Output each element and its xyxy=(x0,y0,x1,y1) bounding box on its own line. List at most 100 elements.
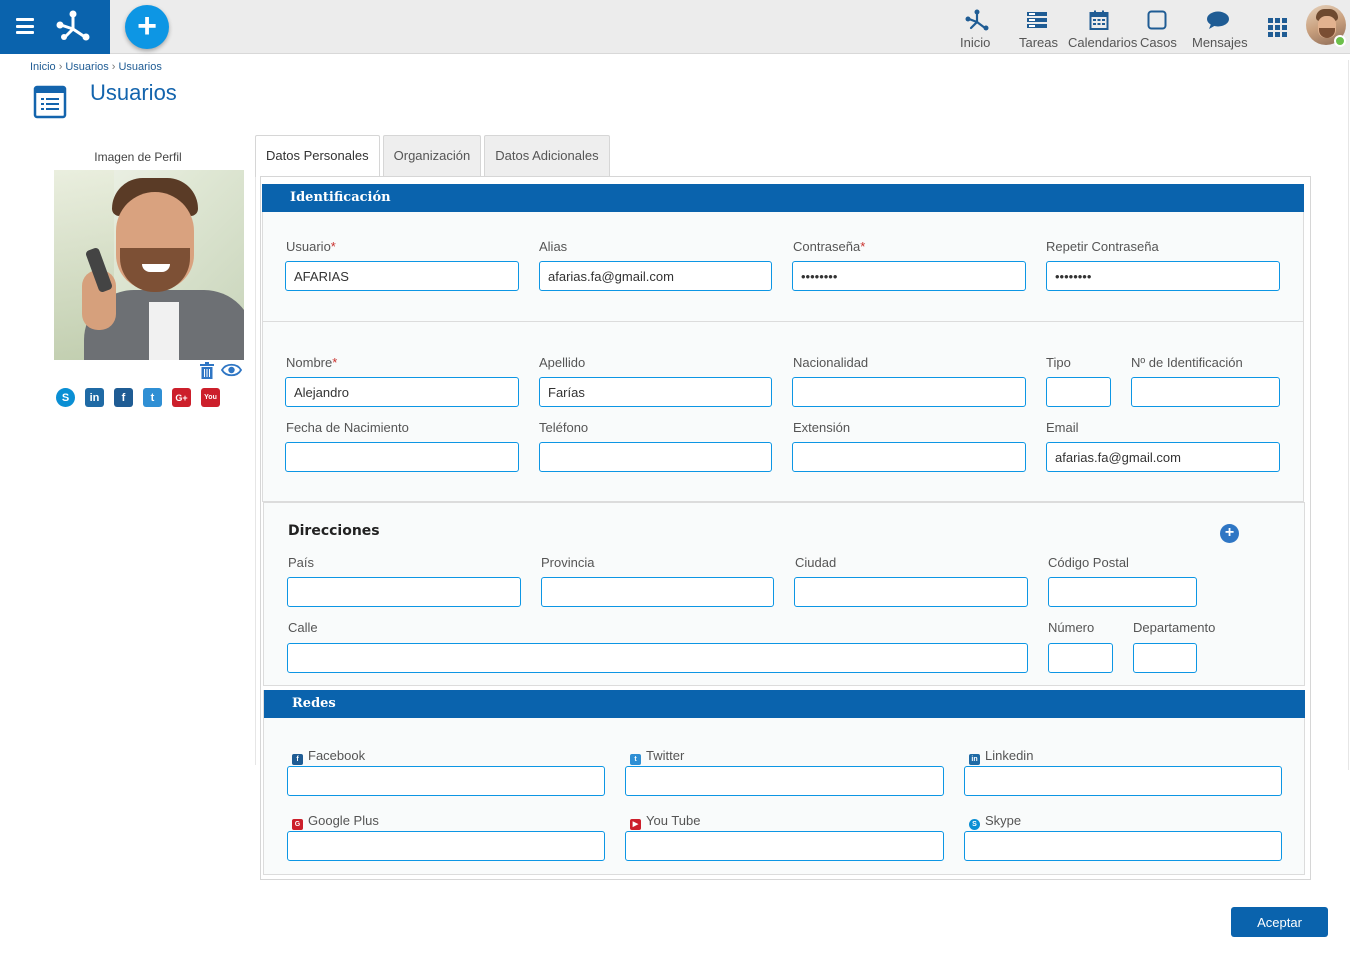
fecha-nacimiento-label: Fecha de Nacimiento xyxy=(286,420,409,435)
pais-field[interactable] xyxy=(287,577,521,607)
profile-photo[interactable] xyxy=(54,170,244,360)
online-status-dot xyxy=(1334,35,1346,47)
nav-mensajes[interactable]: Mensajes xyxy=(1192,8,1248,50)
youtube-field[interactable] xyxy=(625,831,944,861)
google-plus-icon: G xyxy=(292,819,303,830)
breadcrumb-usuarios[interactable]: Usuarios xyxy=(65,61,108,73)
youtube-icon: ▶ xyxy=(630,819,641,830)
section-header: Redes xyxy=(264,690,1305,718)
repeat-password-field[interactable] xyxy=(1046,261,1280,291)
departamento-label: Departamento xyxy=(1133,620,1216,635)
apellido-field[interactable] xyxy=(539,377,772,407)
tab-datos-adicionales[interactable]: Datos Adicionales xyxy=(484,135,610,176)
nav-label: Calendarios xyxy=(1068,35,1138,50)
nombre-field[interactable] xyxy=(285,377,519,407)
codigo-postal-field[interactable] xyxy=(1048,577,1197,607)
repetir-contrasena-label: Repetir Contraseña xyxy=(1046,239,1159,254)
linkedin-field[interactable] xyxy=(964,766,1282,796)
tab-bar: Datos Personales Organización Datos Adic… xyxy=(255,135,610,177)
fecha-nacimiento-field[interactable] xyxy=(285,442,519,472)
nacionalidad-field[interactable] xyxy=(792,377,1026,407)
facebook-icon: f xyxy=(292,754,303,765)
profile-image-label: Imagen de Perfil xyxy=(94,150,182,164)
apellido-label: Apellido xyxy=(539,355,586,370)
email-field[interactable] xyxy=(1046,442,1280,472)
email-label: Email xyxy=(1046,420,1079,435)
alias-label: Alias xyxy=(539,239,568,254)
nav-label: Casos xyxy=(1140,35,1177,50)
usuario-label: Usuario* xyxy=(286,239,336,254)
brand-area xyxy=(0,0,110,54)
nav-label: Inicio xyxy=(960,35,991,50)
ciudad-field[interactable] xyxy=(794,577,1028,607)
usuario-field[interactable] xyxy=(285,261,519,291)
twitter-label: t Twitter xyxy=(630,748,684,765)
tasks-icon xyxy=(1027,12,1047,28)
view-icon[interactable] xyxy=(221,363,242,377)
add-address-button[interactable]: + xyxy=(1220,524,1239,543)
nav-tareas[interactable]: Tareas xyxy=(1019,8,1058,50)
youtube-label: ▶ You Tube xyxy=(630,813,700,830)
contrasena-label: Contraseña* xyxy=(793,239,866,254)
form-icon xyxy=(33,85,67,119)
nombre-label: Nombre* xyxy=(286,355,338,370)
twitter-field[interactable] xyxy=(625,766,944,796)
breadcrumb-current[interactable]: Usuarios xyxy=(118,61,161,73)
calle-field[interactable] xyxy=(287,643,1028,673)
divider xyxy=(1348,60,1349,770)
codigo-postal-label: Código Postal xyxy=(1048,555,1129,570)
nav-label: Mensajes xyxy=(1192,35,1248,50)
nacionalidad-label: Nacionalidad xyxy=(793,355,869,370)
linkedin-icon[interactable]: in xyxy=(85,388,104,407)
tab-datos-personales[interactable]: Datos Personales xyxy=(255,135,380,177)
divider xyxy=(255,175,256,765)
nro-identificacion-field[interactable] xyxy=(1131,377,1280,407)
google-plus-icon[interactable]: G+ xyxy=(172,388,191,407)
alias-field[interactable] xyxy=(539,261,772,291)
nav-inicio[interactable]: Inicio xyxy=(960,8,994,50)
section-header: Identificación xyxy=(262,184,1304,212)
extension-field[interactable] xyxy=(792,442,1026,472)
nav-calendarios[interactable]: Calendarios xyxy=(1068,8,1137,50)
tab-organizacion[interactable]: Organización xyxy=(382,135,482,176)
google-plus-label: G Google Plus xyxy=(292,813,379,830)
tipo-label: Tipo xyxy=(1046,355,1071,370)
process-icon xyxy=(965,9,989,31)
telefono-field[interactable] xyxy=(539,442,772,472)
accept-button[interactable]: Aceptar xyxy=(1231,907,1328,937)
logo-icon[interactable] xyxy=(55,9,91,41)
pais-label: País xyxy=(288,555,315,570)
skype-icon[interactable]: S xyxy=(56,388,75,407)
youtube-icon[interactable]: You xyxy=(201,388,220,407)
breadcrumb-inicio[interactable]: Inicio xyxy=(30,61,56,73)
linkedin-icon: in xyxy=(969,754,980,765)
numero-label: Número xyxy=(1048,620,1095,635)
chat-icon xyxy=(1207,11,1229,29)
facebook-icon[interactable]: f xyxy=(114,388,133,407)
google-plus-field[interactable] xyxy=(287,831,605,861)
apps-grid-icon[interactable] xyxy=(1268,18,1288,38)
tipo-field[interactable] xyxy=(1046,377,1111,407)
telefono-label: Teléfono xyxy=(539,420,589,435)
password-field[interactable] xyxy=(792,261,1026,291)
divider xyxy=(263,321,1303,322)
twitter-icon[interactable]: t xyxy=(143,388,162,407)
twitter-icon: t xyxy=(630,754,641,765)
top-bar: + Inicio Tareas Calendarios Casos Mensaj… xyxy=(0,0,1350,54)
ciudad-label: Ciudad xyxy=(795,555,837,570)
facebook-field[interactable] xyxy=(287,766,605,796)
calle-label: Calle xyxy=(288,620,318,635)
provincia-field[interactable] xyxy=(541,577,774,607)
add-new-button[interactable]: + xyxy=(125,5,169,49)
skype-icon: S xyxy=(969,819,980,830)
extension-label: Extensión xyxy=(793,420,851,435)
social-links: S in f t G+ You xyxy=(56,388,220,407)
page-title: Usuarios xyxy=(90,80,177,105)
nav-label: Tareas xyxy=(1019,35,1059,50)
skype-field[interactable] xyxy=(964,831,1282,861)
departamento-field[interactable] xyxy=(1133,643,1197,673)
menu-icon[interactable] xyxy=(16,18,34,34)
trash-icon[interactable] xyxy=(199,362,215,379)
numero-field[interactable] xyxy=(1048,643,1113,673)
nav-casos[interactable]: Casos xyxy=(1140,8,1177,50)
